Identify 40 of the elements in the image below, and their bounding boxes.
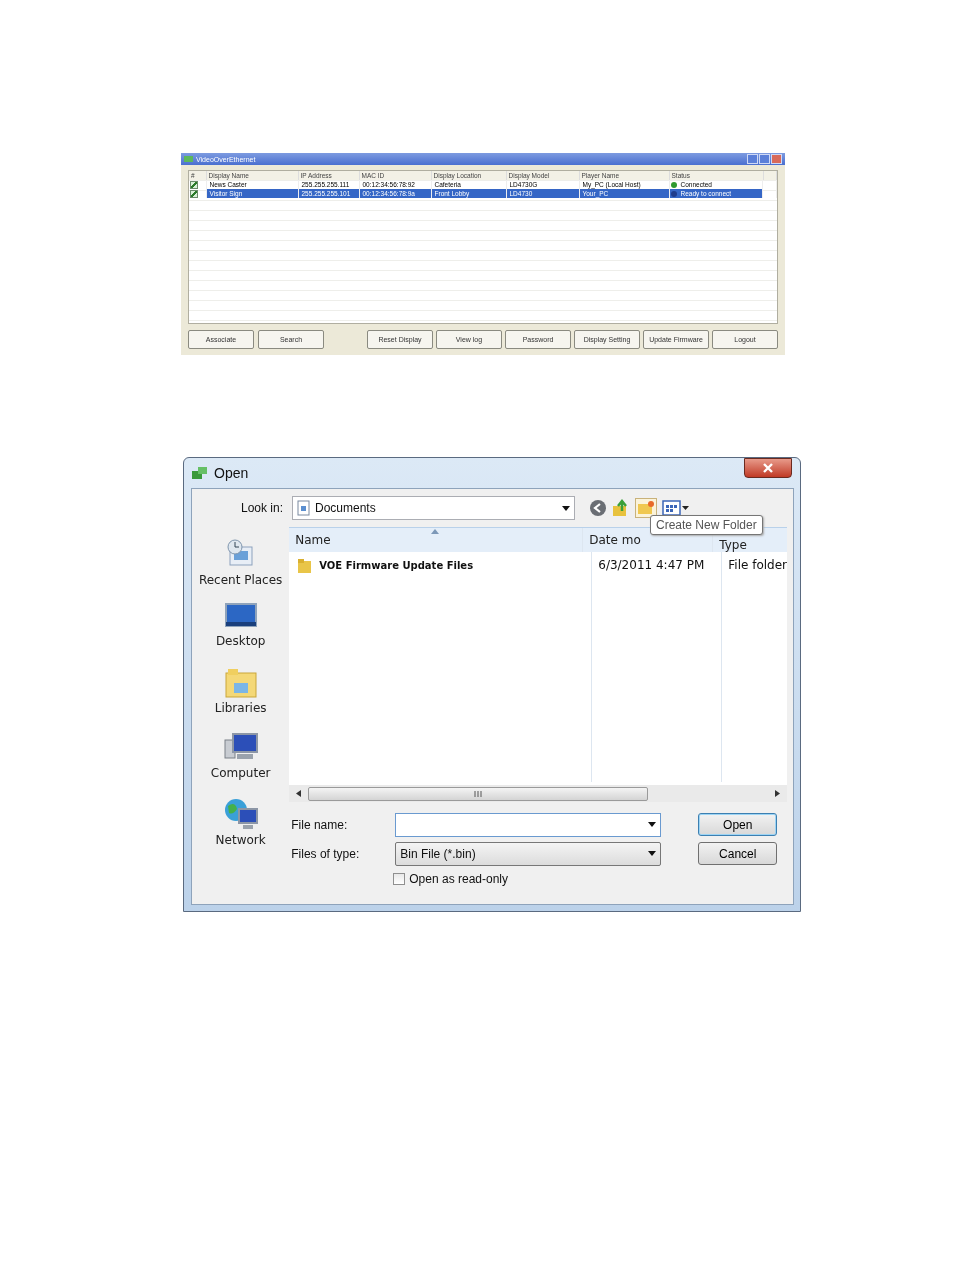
file-name-label: File name: bbox=[290, 817, 349, 832]
open-button[interactable]: Open bbox=[698, 813, 778, 836]
checkbox[interactable] bbox=[190, 180, 198, 189]
checkbox[interactable] bbox=[190, 189, 198, 198]
up-folder-icon[interactable] bbox=[612, 499, 630, 517]
close-icon bbox=[762, 463, 774, 473]
new-folder-icon[interactable] bbox=[635, 498, 657, 518]
places-item[interactable]: Libraries bbox=[214, 667, 267, 722]
right-arrow-icon[interactable] bbox=[775, 790, 780, 797]
look-in-label: Look in: bbox=[239, 501, 284, 515]
cancel-button[interactable]: Cancel bbox=[698, 842, 778, 865]
places-item[interactable]: Network bbox=[215, 797, 266, 852]
maximize-button[interactable] bbox=[759, 154, 770, 164]
look-in-dropdown[interactable]: Documents bbox=[292, 496, 575, 520]
window-title: Open bbox=[214, 465, 249, 481]
file-name-field[interactable] bbox=[395, 812, 662, 837]
view-menu-icon[interactable] bbox=[662, 499, 690, 517]
globe-computer-icon bbox=[222, 797, 259, 831]
column-header[interactable]: Name bbox=[289, 528, 584, 552]
places-item[interactable]: Desktop bbox=[215, 602, 266, 657]
column-header[interactable]: Date mo bbox=[583, 528, 714, 552]
minimize-button[interactable] bbox=[747, 154, 758, 164]
places-item[interactable]: Computer bbox=[210, 732, 271, 787]
tooltip: Create New Folder bbox=[650, 515, 763, 535]
checkbox[interactable] bbox=[393, 873, 406, 885]
back-icon[interactable] bbox=[589, 499, 607, 517]
places-item[interactable]: Recent Places bbox=[198, 537, 283, 592]
app-icon bbox=[184, 155, 193, 163]
left-arrow-icon[interactable] bbox=[296, 790, 302, 797]
grip-icon bbox=[474, 790, 483, 797]
sort-icon bbox=[431, 529, 440, 534]
file-name[interactable]: VOE Firmware Update Files bbox=[319, 558, 474, 571]
file-type: File folder bbox=[728, 558, 787, 572]
file-date: 6/3/2011 4:47 PM bbox=[598, 558, 705, 572]
close-button[interactable] bbox=[744, 458, 792, 478]
file-type-dropdown[interactable]: Bin File (*.bin) bbox=[395, 841, 662, 866]
horizontal-scrollbar[interactable] bbox=[289, 785, 787, 802]
document-icon bbox=[297, 500, 310, 516]
checkbox-label[interactable]: Open as read-only bbox=[409, 872, 508, 886]
file-type-label: Files of type: bbox=[290, 846, 361, 861]
